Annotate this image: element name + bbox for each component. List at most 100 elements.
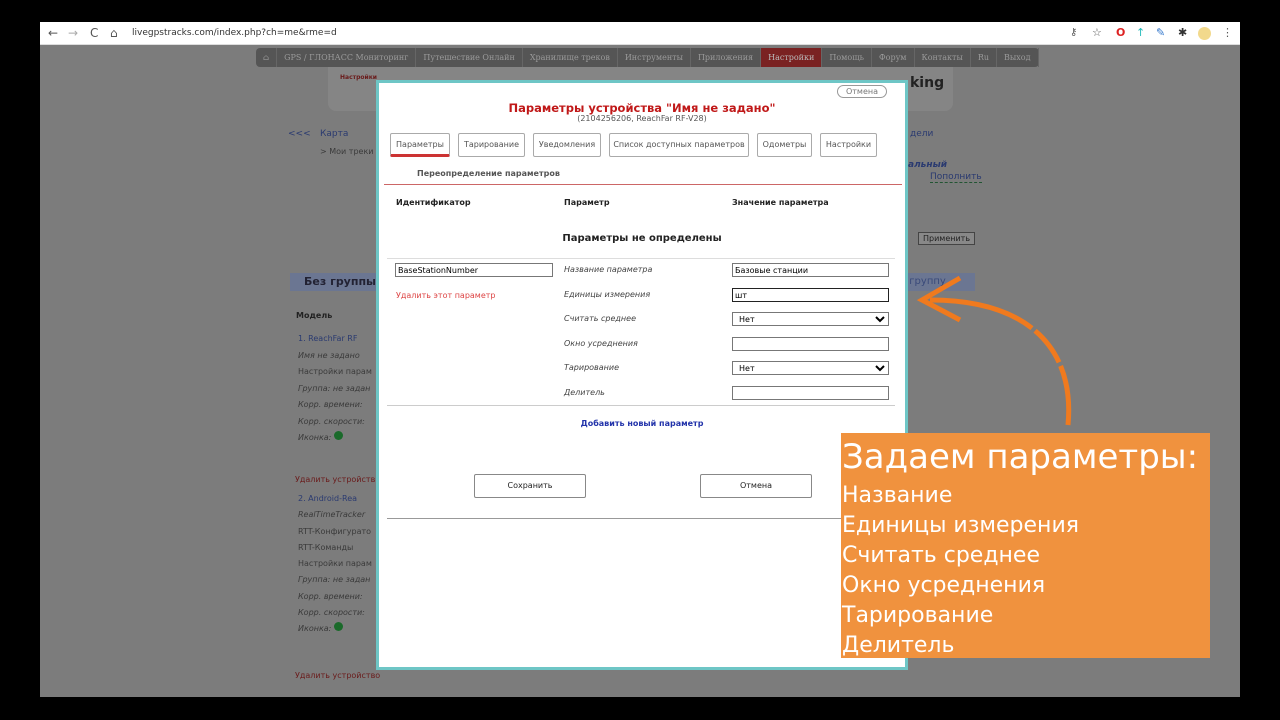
nav-item[interactable]: GPS / ГЛОНАСС Мониторинг: [277, 48, 417, 67]
key-icon[interactable]: ⚷: [1070, 27, 1077, 38]
puzzle-icon[interactable]: ✱: [1178, 26, 1187, 39]
save-button[interactable]: Сохранить: [474, 474, 586, 498]
extension-icon[interactable]: ↑: [1136, 26, 1145, 39]
callout-item: Название: [842, 483, 953, 508]
device-settings[interactable]: Настройки парам: [298, 556, 378, 572]
divider-input[interactable]: [732, 386, 889, 400]
back-button[interactable]: ←: [48, 26, 58, 40]
topup-link[interactable]: Пополнить: [930, 172, 982, 183]
avatar[interactable]: [1198, 27, 1211, 40]
top-navigation: ⌂ GPS / ГЛОНАСС Мониторинг Путешествие О…: [256, 48, 1039, 67]
address-bar[interactable]: livegpstracks.com/index.php?ch=me&rme=d: [132, 25, 1132, 42]
empty-message: Параметры не определены: [562, 233, 722, 244]
device-link[interactable]: 2. Android-Rea: [298, 491, 378, 507]
field-label: Делитель: [564, 388, 605, 397]
model-header: Модель: [296, 311, 333, 320]
average-select[interactable]: Нет: [732, 312, 889, 326]
nav-item[interactable]: Помощь: [822, 48, 872, 67]
column-value: Значение параметра: [732, 198, 829, 207]
column-parameter: Параметр: [564, 198, 610, 207]
add-parameter-link[interactable]: Добавить новый параметр: [379, 419, 905, 428]
forward-button[interactable]: →: [68, 26, 78, 40]
nav-item[interactable]: Путешествие Онлайн: [416, 48, 523, 67]
menu-icon[interactable]: ⋮: [1222, 26, 1233, 39]
param-name-input[interactable]: [732, 263, 889, 277]
extension-icon[interactable]: ✎: [1156, 26, 1165, 39]
star-icon[interactable]: ☆: [1092, 26, 1102, 39]
dialog-subtitle: (2104256206, ReachFar RF-V28): [577, 114, 707, 123]
nav-item-language[interactable]: Ru: [971, 48, 998, 67]
device-name: Имя не задано: [298, 350, 360, 360]
device-speed: Корр. скорости:: [298, 608, 365, 618]
delete-parameter-link[interactable]: Удалить этот параметр: [396, 291, 496, 300]
nav-item[interactable]: Форум: [872, 48, 915, 67]
device-config[interactable]: RTT-Конфигурато: [298, 524, 378, 540]
delete-device-link[interactable]: Удалить устройств: [295, 475, 375, 484]
calibration-select[interactable]: Нет: [732, 361, 889, 375]
field-label: Название параметра: [564, 265, 653, 274]
map-link[interactable]: Карта: [320, 129, 348, 139]
my-tracks[interactable]: > Мои треки: [320, 147, 373, 156]
nav-item[interactable]: Контакты: [915, 48, 971, 67]
device-commands[interactable]: RTT-Команды: [298, 540, 378, 556]
callout-heading: Задаем параметры:: [842, 437, 1199, 477]
callout-item: Тарирование: [842, 603, 994, 628]
nav-item[interactable]: Хранилище треков: [523, 48, 618, 67]
nav-item-settings[interactable]: Настройки: [761, 48, 823, 67]
arrow-annotation: [916, 275, 1072, 426]
device-parameters-dialog: Отмена Параметры устройства "Имя не зада…: [376, 80, 908, 670]
device-time: Корр. времени:: [298, 591, 363, 601]
averaging-window-input[interactable]: [732, 337, 889, 351]
divider: [387, 258, 895, 259]
divider: [384, 184, 902, 185]
tab-notifications[interactable]: Уведомления: [533, 133, 601, 157]
device-1: 1. ReachFar RF Имя не задано Настройки п…: [298, 331, 378, 447]
device-marker-icon: [333, 431, 343, 440]
device-marker-icon: [333, 622, 343, 632]
tab-odometers[interactable]: Одометры: [757, 133, 812, 157]
device-name: RealTimeTracker: [298, 510, 366, 520]
nav-item-logout[interactable]: Выход: [997, 48, 1039, 67]
settings-link[interactable]: Настройки: [340, 74, 377, 81]
browser-toolbar: ← → C ⌂ livegpstracks.com/index.php?ch=m…: [40, 22, 1240, 45]
models-link[interactable]: дели: [910, 129, 933, 139]
field-label: Единицы измерения: [564, 290, 651, 299]
callout-item: Считать среднее: [842, 543, 1040, 568]
callout-item: Единицы измерения: [842, 513, 1079, 538]
dialog-title: Параметры устройства "Имя не задано": [508, 101, 776, 115]
nav-item[interactable]: Инструменты: [618, 48, 691, 67]
tab-parameters[interactable]: Параметры: [390, 133, 450, 157]
nav-item[interactable]: Приложения: [691, 48, 762, 67]
units-input[interactable]: [732, 288, 889, 302]
tab-calibration[interactable]: Тарирование: [458, 133, 525, 157]
divider: [387, 518, 905, 519]
device-icon-label: Иконка:: [298, 624, 332, 634]
tab-settings[interactable]: Настройки: [820, 133, 877, 157]
device-settings[interactable]: Настройки парам: [298, 364, 378, 381]
annotation-callout: Задаем параметры: Название Единицы измер…: [841, 433, 1210, 658]
apply-button[interactable]: Применить: [918, 232, 976, 245]
logo: king: [910, 75, 945, 91]
tab-available-parameters[interactable]: Список доступных параметров: [609, 133, 749, 157]
delete-device-link[interactable]: Удалить устройство: [295, 671, 380, 680]
device-group: Группа: не задан: [298, 383, 371, 393]
device-2: 2. Android-Rea RealTimeTracker RTT-Конфи…: [298, 491, 378, 638]
column-identifier: Идентификатор: [396, 198, 471, 207]
cancel-button[interactable]: Отмена: [700, 474, 812, 498]
extension-icon[interactable]: O: [1116, 26, 1125, 39]
device-link[interactable]: 1. ReachFar RF: [298, 331, 378, 348]
callout-item: Делитель: [842, 633, 955, 658]
device-speed: Корр. скорости:: [298, 416, 365, 426]
cancel-top-button[interactable]: Отмена: [836, 85, 887, 98]
device-group: Группа: не задан: [298, 575, 371, 585]
home-icon[interactable]: ⌂: [256, 48, 278, 67]
subtab-override[interactable]: Переопределение параметров: [417, 169, 560, 178]
home-button[interactable]: ⌂: [110, 26, 118, 40]
divider: [387, 405, 895, 406]
field-label: Тарирование: [564, 363, 620, 372]
back-link[interactable]: <<<: [288, 129, 311, 139]
callout-item: Окно усреднения: [842, 573, 1046, 598]
tariff-label: альный: [908, 160, 948, 170]
identifier-input[interactable]: [395, 263, 553, 277]
reload-button[interactable]: C: [90, 26, 98, 40]
